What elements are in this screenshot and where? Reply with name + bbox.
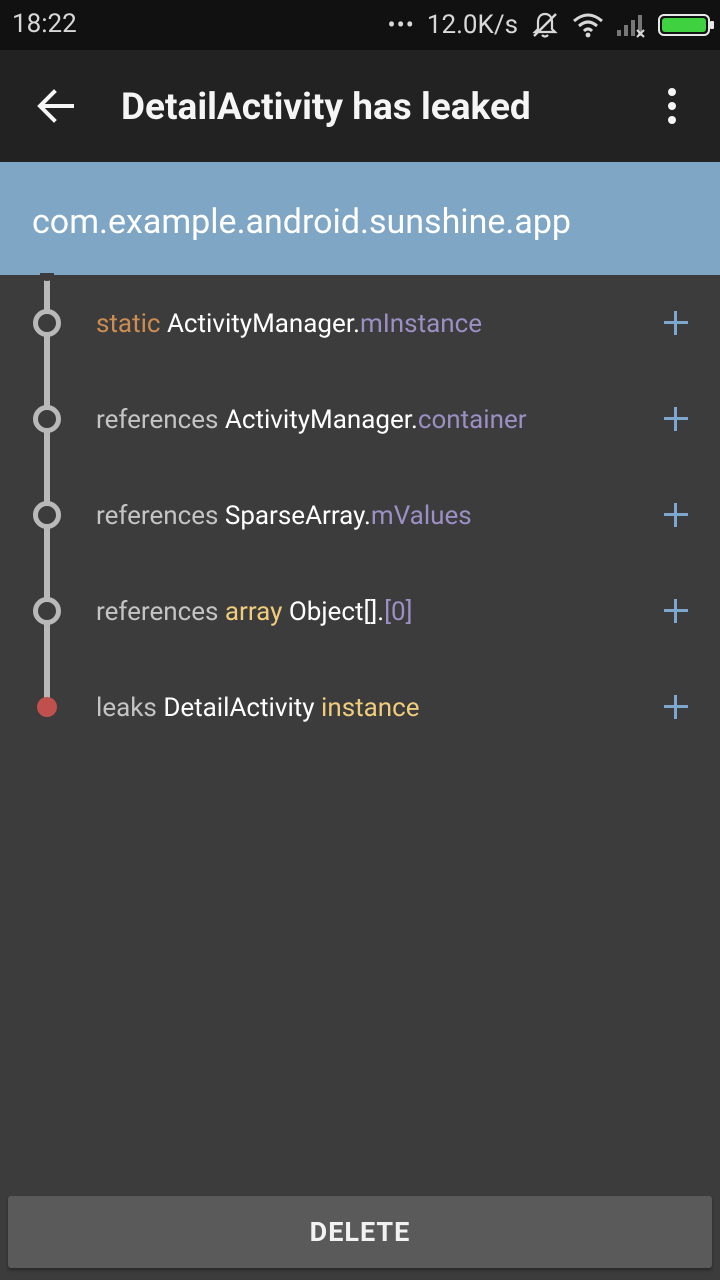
delete-button[interactable]: DELETE [8, 1196, 712, 1268]
more-notifications-icon: ••• [387, 11, 415, 39]
expand-icon[interactable] [664, 311, 688, 335]
trace-node [33, 597, 61, 625]
trace-line-cap [40, 273, 54, 281]
arrow-left-icon[interactable] [36, 88, 76, 124]
trace-prefix: static [96, 309, 161, 339]
trace-prefix: references [96, 501, 219, 531]
trace-prefix: leaks [96, 693, 157, 723]
trace-class: DetailActivity [163, 693, 315, 723]
status-icons: ••• 12.0K/s [387, 8, 714, 42]
trace-row[interactable]: static ActivityManager.mInstance [0, 287, 720, 359]
trace-qualifier: instance [321, 693, 420, 723]
app-bar: DetailActivity has leaked [0, 50, 720, 162]
notification-off-icon [532, 12, 558, 38]
expand-icon[interactable] [664, 503, 688, 527]
trace-field: [0] [384, 597, 413, 627]
trace-dot: . [353, 309, 360, 339]
trace-row-text: references SparseArray.mValues [96, 501, 472, 531]
signal-icon [617, 15, 645, 38]
status-bar: 18:22 ••• 12.0K/s [0, 0, 720, 50]
page-title: DetailActivity has leaked [121, 86, 531, 129]
trace-row-text: references array Object[].[0] [96, 597, 413, 627]
trace-row[interactable]: references SparseArray.mValues [0, 479, 720, 551]
expand-icon[interactable] [664, 695, 688, 719]
trace-row-text: references ActivityManager.container [96, 405, 527, 435]
package-header: com.example.android.sunshine.app [0, 162, 720, 275]
trace-node [33, 309, 61, 337]
more-vert-icon[interactable] [660, 86, 684, 126]
trace-row-text: leaks DetailActivity instance [96, 693, 420, 723]
trace-class: ActivityManager [166, 309, 354, 339]
network-speed: 12.0K/s [426, 10, 518, 40]
trace-node [33, 501, 61, 529]
trace-class: SparseArray [224, 501, 365, 531]
trace-field: mInstance [359, 309, 482, 339]
status-time: 18:22 [12, 9, 77, 39]
trace-node [33, 405, 61, 433]
battery-icon [658, 14, 714, 36]
expand-icon[interactable] [664, 407, 688, 431]
trace-prefix: references [96, 405, 219, 435]
trace-row-text: static ActivityManager.mInstance [96, 309, 482, 339]
wifi-icon [573, 13, 603, 38]
package-name: com.example.android.sunshine.app [32, 202, 572, 242]
trace-class: Object[] [288, 597, 378, 627]
trace-dot: . [364, 501, 371, 531]
trace-row[interactable]: references array Object[].[0] [0, 575, 720, 647]
leak-node [37, 697, 57, 717]
trace-field: container [417, 405, 527, 435]
trace-row[interactable]: leaks DetailActivity instance [0, 671, 720, 743]
trace-prefix: references [96, 597, 219, 627]
trace-qualifier: array [224, 597, 283, 627]
trace-class: ActivityManager [224, 405, 411, 435]
trace-row[interactable]: references ActivityManager.container [0, 383, 720, 455]
trace-dot: . [410, 405, 418, 435]
trace-field: mValues [370, 501, 472, 531]
expand-icon[interactable] [664, 599, 688, 623]
